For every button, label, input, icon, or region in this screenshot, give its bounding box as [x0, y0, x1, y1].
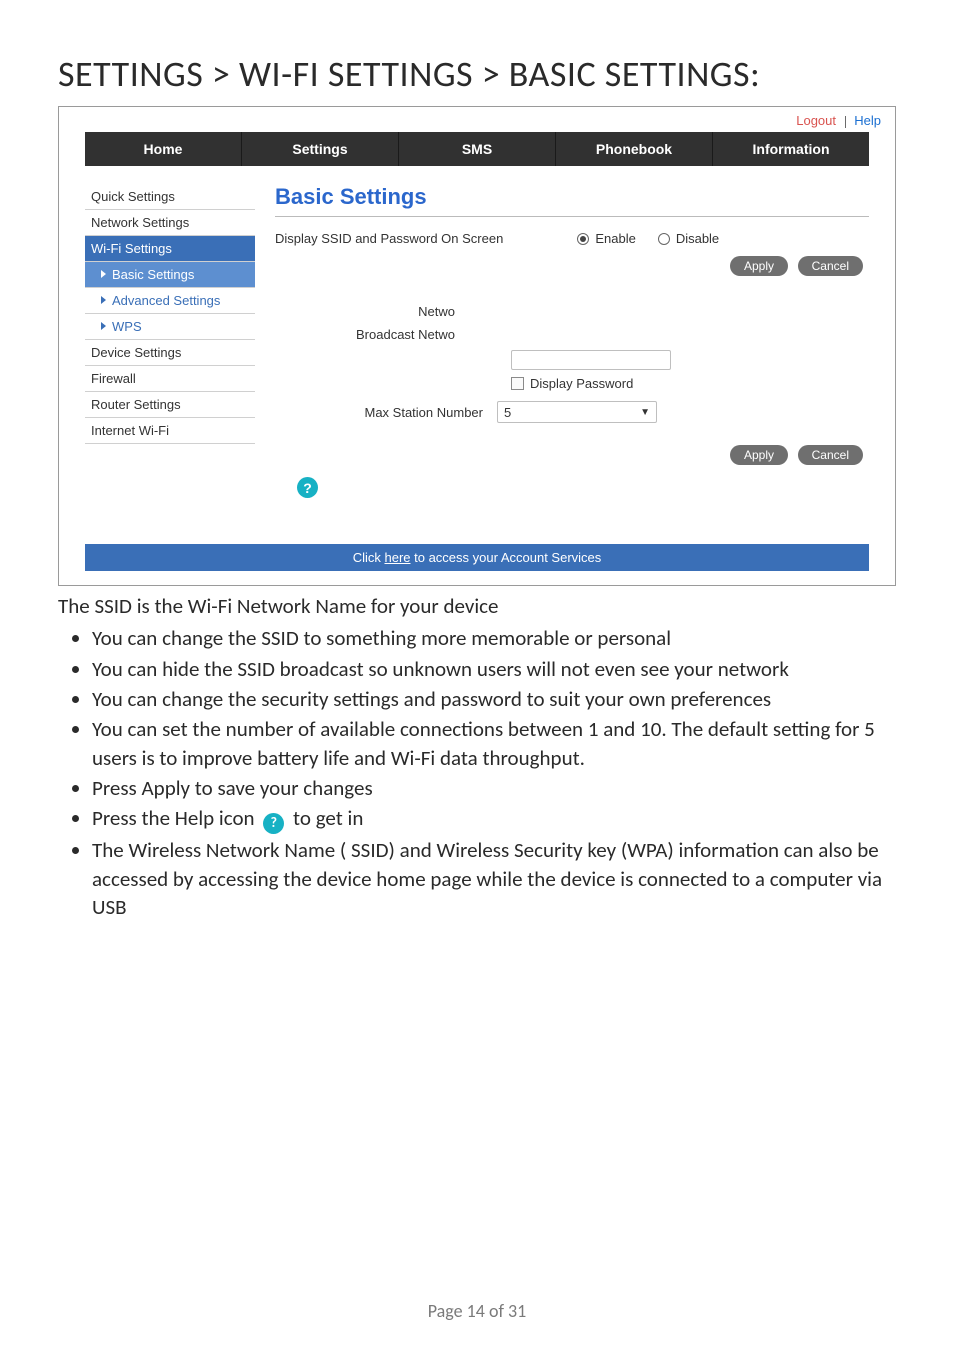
cancel-button[interactable]: Cancel [798, 256, 863, 276]
tab-home[interactable]: Home [85, 132, 242, 166]
footer-suffix: to access your Account Services [411, 550, 602, 565]
help-link[interactable]: Help [854, 113, 881, 128]
radio-disable-label: Disable [676, 231, 719, 246]
help-icon: ? [263, 813, 284, 834]
password-row [275, 350, 869, 370]
sidebar-item-wps[interactable]: WPS [85, 314, 255, 340]
sidebar-item-firewall[interactable]: Firewall [85, 366, 255, 392]
explanatory-text: The SSID is the Wi-Fi Network Name for y… [58, 592, 896, 921]
tab-phonebook[interactable]: Phonebook [556, 132, 713, 166]
nav-label: WPS [112, 319, 142, 334]
sidebar-item-advanced-settings[interactable]: Advanced Settings [85, 288, 255, 314]
main-pane: Basic Settings Display SSID and Password… [255, 184, 869, 514]
sidebar-item-device-settings[interactable]: Device Settings [85, 340, 255, 366]
sidebar-item-router-settings[interactable]: Router Settings [85, 392, 255, 418]
max-station-label: Max Station Number [275, 405, 497, 420]
help-icon[interactable]: ? [297, 477, 318, 498]
list-item: The Wireless Network Name ( SSID) and Wi… [92, 836, 896, 921]
footer-prefix: Click [353, 550, 385, 565]
separator [845, 116, 846, 128]
button-row-2: Apply Cancel [275, 445, 863, 465]
chevron-right-icon [101, 270, 106, 278]
password-input[interactable] [511, 350, 671, 370]
network-name-label-truncated: Netwo [275, 300, 455, 323]
settings-sidebar: Quick Settings Network Settings Wi-Fi Se… [85, 184, 255, 514]
nav-label: Basic Settings [112, 267, 194, 282]
li6-prefix: Press the Help icon [92, 805, 259, 831]
sidebar-item-internet-wifi[interactable]: Internet Wi-Fi [85, 418, 255, 444]
truncated-labels: Netwo Broadcast Netwo [275, 300, 455, 346]
list-item: You can set the number of available conn… [92, 715, 896, 772]
display-password-label: Display Password [530, 376, 633, 391]
list-item: You can change the security settings and… [92, 685, 896, 713]
display-password-row: Display Password [275, 376, 869, 391]
display-ssid-radio-group: Enable Disable [577, 231, 719, 246]
list-item: Press the Help icon ? to get in [92, 804, 896, 834]
button-row-1: Apply Cancel [275, 256, 863, 276]
chevron-right-icon [101, 296, 106, 304]
apply-button[interactable]: Apply [730, 256, 788, 276]
panel-title: Basic Settings [275, 184, 869, 217]
sidebar-item-network-settings[interactable]: Network Settings [85, 210, 255, 236]
sidebar-item-basic-settings[interactable]: Basic Settings [85, 262, 255, 288]
tab-settings[interactable]: Settings [242, 132, 399, 166]
nav-label: Advanced Settings [112, 293, 220, 308]
chevron-right-icon [101, 322, 106, 330]
top-links: Logout Help [59, 111, 895, 132]
footer-bar: Click here to access your Account Servic… [85, 544, 869, 571]
radio-disable[interactable] [658, 233, 670, 245]
sidebar-item-wifi-settings[interactable]: Wi-Fi Settings [85, 236, 255, 262]
logout-link[interactable]: Logout [796, 113, 836, 128]
radio-enable-label: Enable [595, 231, 635, 246]
max-station-value: 5 [504, 405, 511, 420]
cancel-button[interactable]: Cancel [798, 445, 863, 465]
display-ssid-label: Display SSID and Password On Screen [275, 231, 503, 246]
tab-sms[interactable]: SMS [399, 132, 556, 166]
max-station-select[interactable]: 5 ▼ [497, 401, 657, 423]
list-item: You can change the SSID to something mor… [92, 624, 896, 652]
page-number: Page 14 of 31 [0, 1300, 954, 1322]
display-ssid-row: Display SSID and Password On Screen Enab… [275, 231, 869, 246]
radio-enable[interactable] [577, 233, 589, 245]
broadcast-network-label-truncated: Broadcast Netwo [275, 323, 455, 346]
apply-button[interactable]: Apply [730, 445, 788, 465]
tab-information[interactable]: Information [713, 132, 869, 166]
list-item: You can hide the SSID broadcast so unkno… [92, 655, 896, 683]
sidebar-item-quick-settings[interactable]: Quick Settings [85, 184, 255, 210]
display-password-checkbox[interactable] [511, 377, 524, 390]
max-station-row: Max Station Number 5 ▼ [275, 401, 869, 423]
help-icon-row: ? [275, 465, 869, 498]
router-ui-frame: Logout Help Home Settings SMS Phonebook … [58, 106, 896, 586]
chevron-down-icon: ▼ [640, 407, 650, 418]
footer-here-link[interactable]: here [384, 550, 410, 565]
li6-suffix: to get in [293, 805, 363, 831]
explain-intro: The SSID is the Wi-Fi Network Name for y… [58, 592, 896, 620]
page-heading: SETTINGS > WI-FI SETTINGS > BASIC SETTIN… [58, 52, 896, 96]
list-item: Press Apply to save your changes [92, 774, 896, 802]
tab-bar: Home Settings SMS Phonebook Information [85, 132, 869, 166]
